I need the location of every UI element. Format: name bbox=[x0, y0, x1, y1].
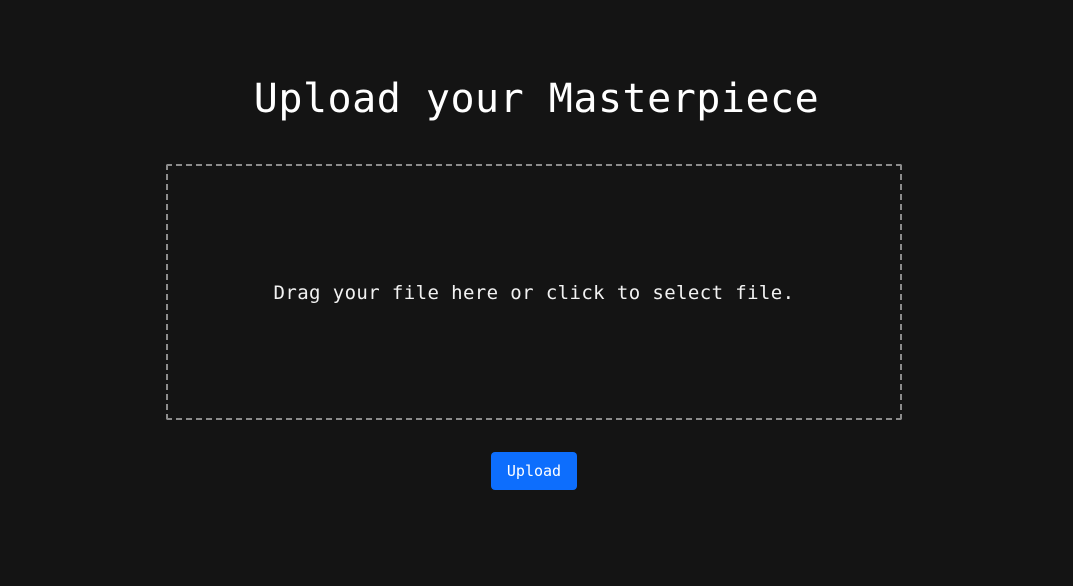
upload-button[interactable]: Upload bbox=[491, 452, 577, 490]
upload-page: Upload your Masterpiece Drag your file h… bbox=[0, 0, 1073, 586]
file-dropzone[interactable]: Drag your file here or click to select f… bbox=[166, 164, 902, 420]
dropzone-prompt: Drag your file here or click to select f… bbox=[273, 282, 795, 304]
page-title: Upload your Masterpiece bbox=[253, 76, 820, 122]
